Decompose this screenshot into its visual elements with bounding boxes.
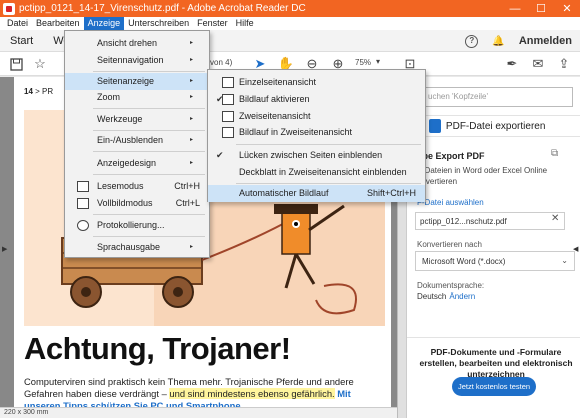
convert-format-select[interactable]: Microsoft Word (*.docx) ⌄ xyxy=(415,251,575,271)
seitenanzeige-submenu: Einzelseitenansicht ✔ Bildlauf aktivieren… xyxy=(207,69,426,202)
menu-separator xyxy=(93,236,205,237)
menu-item-lesemodus[interactable]: Lesemodus Ctrl+H xyxy=(65,178,209,195)
language-value: Deutsch Ändern xyxy=(417,292,476,301)
menu-separator xyxy=(93,130,205,131)
minimize-button[interactable]: — xyxy=(502,0,528,17)
panel-divider xyxy=(407,337,580,338)
menu-separator xyxy=(93,174,205,175)
window-title: pctipp_0121_14-17_Virenschutz.pdf - Adob… xyxy=(19,3,306,14)
selected-file-field[interactable]: pctipp_012...nschutz.pdf xyxy=(415,212,565,230)
menu-separator xyxy=(93,71,205,72)
article-headline: Achtung, Trojaner! xyxy=(24,331,291,366)
export-settings-icon[interactable]: ⧉ xyxy=(551,148,558,159)
submenu-item-automatischer-bildlauf[interactable]: Automatischer Bildlauf Shift+Ctrl+H xyxy=(208,185,425,202)
submenu-item-bildlauf-aktivieren[interactable]: ✔ Bildlauf aktivieren xyxy=(208,91,425,108)
menu-item-ein-ausblenden[interactable]: Ein-/Ausblenden ▸ xyxy=(65,132,209,149)
export-pdf-icon xyxy=(428,119,441,133)
export-title: obe Export PDF xyxy=(417,151,485,161)
fullscreen-icon xyxy=(77,198,89,209)
menu-separator xyxy=(93,108,205,109)
share-icon[interactable]: ⇪ xyxy=(556,56,572,72)
zoom-value[interactable]: 75% xyxy=(355,58,371,67)
remove-file-icon[interactable]: ✕ xyxy=(551,213,559,224)
menu-item-zoom[interactable]: Zoom ▸ xyxy=(65,89,209,106)
convert-to-label: Konvertieren nach xyxy=(417,240,482,249)
menu-item-seitennavigation[interactable]: Seitennavigation ▸ xyxy=(65,52,209,69)
submenu-item-deckblatt[interactable]: Deckblatt in Zweiseitenansicht einblende… xyxy=(208,164,425,181)
tools-right-panel: uchen 'Kopfzeile' ▼ PDF-Datei exportiere… xyxy=(406,77,580,418)
anzeige-menu: Ansicht drehen ▸ Seitennavigation ▸ Seiten… xyxy=(64,30,210,258)
sign-in-button[interactable]: Anmelden xyxy=(519,35,572,47)
highlighted-text: und sind mindestens ebenso gefährlich. xyxy=(169,388,335,399)
menu-item-vollbildmodus[interactable]: Vollbildmodus Ctrl+L xyxy=(65,195,209,212)
panel-search-input[interactable]: uchen 'Kopfzeile' xyxy=(413,87,573,107)
menu-item-ansicht-drehen[interactable]: Ansicht drehen ▸ xyxy=(65,35,209,52)
page-indicator: von 4) xyxy=(210,58,233,67)
menu-anzeige[interactable]: Anzeige xyxy=(83,17,125,30)
check-icon: ✔ xyxy=(216,150,224,160)
logging-icon xyxy=(77,220,89,231)
left-panel-toggle-icon[interactable]: ▶ xyxy=(2,245,7,253)
submenu-item-luecken[interactable]: ✔ Lücken zwischen Seiten einblenden xyxy=(208,147,425,164)
page-size: 220 x 300 mm xyxy=(4,409,49,416)
window-titlebar: pctipp_0121_14-17_Virenschutz.pdf - Adob… xyxy=(0,0,580,17)
change-language-link[interactable]: Ändern xyxy=(449,292,475,301)
tab-start[interactable]: Start xyxy=(0,35,43,47)
menubar: Datei Bearbeiten Anzeige Unterschreiben … xyxy=(0,17,580,30)
menu-item-sprachausgabe[interactable]: Sprachausgabe ▸ xyxy=(65,239,209,256)
export-description: F-Dateien in Word oder Excel Online onve… xyxy=(417,166,548,186)
two-page-scroll-icon xyxy=(222,127,234,138)
status-bar: 220 x 300 mm xyxy=(0,407,397,418)
scroll-page-icon xyxy=(222,94,234,105)
free-trial-button[interactable]: Jetzt kostenlos testen xyxy=(452,377,536,396)
menu-hilfe[interactable]: Hilfe xyxy=(232,17,258,30)
save-icon[interactable] xyxy=(8,56,24,72)
submenu-item-einzelseitenansicht[interactable]: Einzelseitenansicht xyxy=(208,74,425,91)
menu-fenster[interactable]: Fenster xyxy=(193,17,232,30)
menu-item-werkzeuge[interactable]: Werkzeuge ▸ xyxy=(65,111,209,128)
menu-separator xyxy=(236,144,421,145)
export-pdf-header[interactable]: ▼ PDF-Datei exportieren xyxy=(407,115,580,137)
language-label: Dokumentsprache: xyxy=(417,281,485,290)
bookmark-star-icon[interactable]: ☆ xyxy=(32,56,48,72)
two-page-icon xyxy=(222,111,234,122)
menu-separator xyxy=(93,214,205,215)
help-icon[interactable]: ? xyxy=(465,34,479,48)
mail-icon[interactable]: ✉ xyxy=(530,56,546,72)
choose-file-link[interactable]: F-Datei auswählen xyxy=(417,198,484,207)
maximize-button[interactable]: ☐ xyxy=(528,0,554,17)
page-breadcrumb: 14 > PR xyxy=(24,87,54,96)
submenu-item-zweiseitenansicht[interactable]: Zweiseitenansicht xyxy=(208,108,425,125)
zoom-dropdown-icon[interactable]: ▾ xyxy=(376,57,380,66)
menu-separator xyxy=(236,183,421,184)
submenu-item-bildlauf-zweiseiten[interactable]: Bildlauf in Zweiseitenansicht xyxy=(208,124,425,141)
reading-mode-icon xyxy=(77,181,89,192)
acrobat-app-icon xyxy=(3,2,15,15)
menu-unterschreiben[interactable]: Unterschreiben xyxy=(124,17,193,30)
promo-text: PDF-Dokumente und -Formulare erstellen, … xyxy=(419,347,573,379)
single-page-icon xyxy=(222,77,234,88)
menu-item-seitenanzeige[interactable]: Seitenanzeige ▸ xyxy=(65,73,209,90)
menu-item-anzeigedesign[interactable]: Anzeigedesign ▸ xyxy=(65,155,209,172)
menu-datei[interactable]: Datei xyxy=(3,17,32,30)
right-panel-toggle-icon[interactable]: ◀ xyxy=(573,245,578,253)
bell-icon[interactable]: 🔔 xyxy=(492,36,504,47)
chevron-down-icon: ⌄ xyxy=(561,256,568,265)
menu-bearbeiten[interactable]: Bearbeiten xyxy=(32,17,84,30)
sign-pen-icon[interactable]: ✒ xyxy=(504,56,520,72)
menu-separator xyxy=(93,151,205,152)
close-button[interactable]: ✕ xyxy=(554,0,580,17)
menu-item-protokollierung[interactable]: Protokollierung... xyxy=(65,217,209,234)
